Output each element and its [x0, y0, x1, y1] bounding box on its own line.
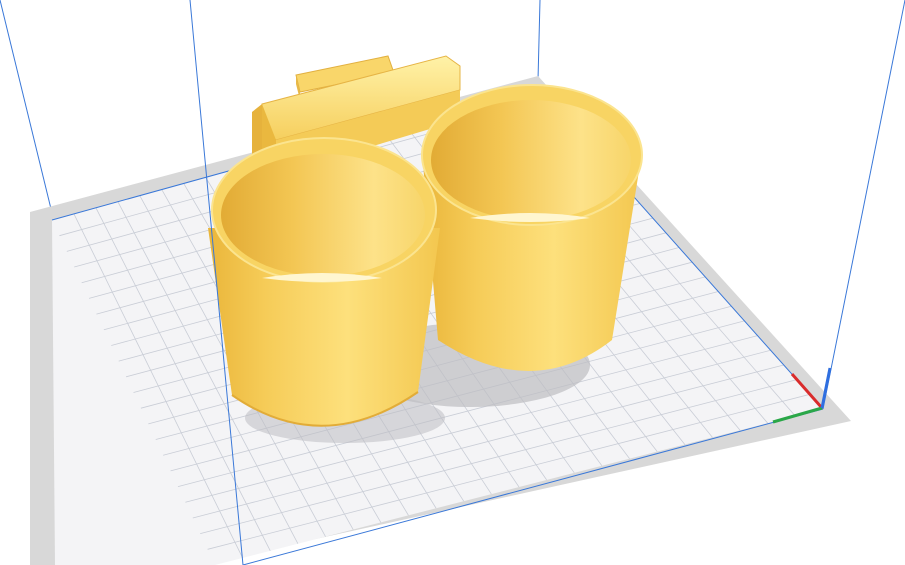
- cup-right: [421, 84, 643, 371]
- 3d-viewport[interactable]: [0, 0, 905, 565]
- build-plate-scene[interactable]: [0, 0, 905, 565]
- cup-left: [208, 137, 440, 427]
